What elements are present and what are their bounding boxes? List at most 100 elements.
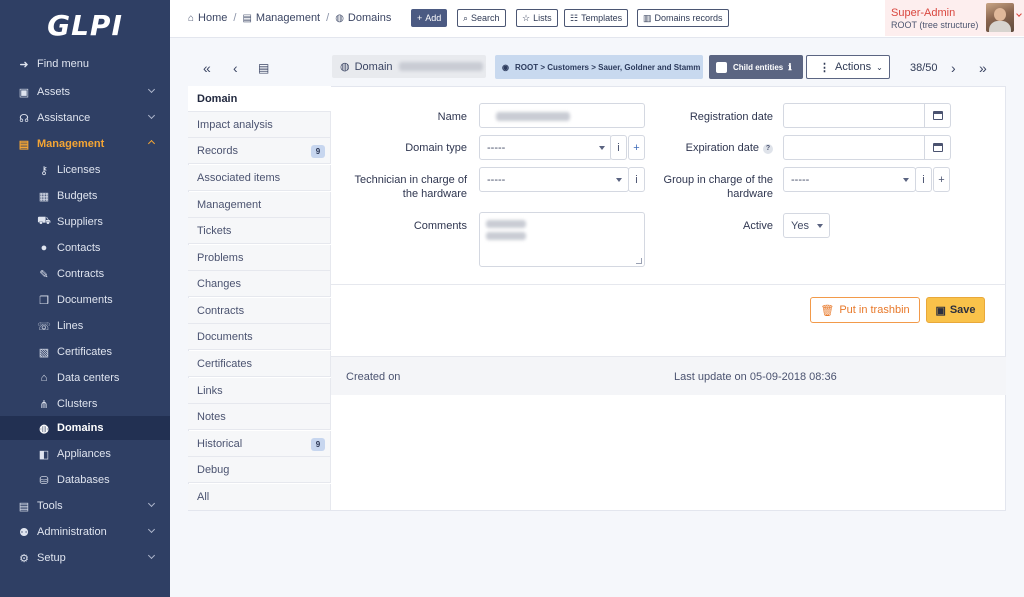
group-info-button[interactable]: i [915, 167, 932, 192]
tab-records[interactable]: Records 9 [188, 138, 331, 164]
tab-label: All [197, 491, 210, 503]
sidebar-item-licenses[interactable]: ⚷ Licenses [0, 158, 170, 182]
trash-button-label: Put in trashbin [839, 304, 910, 316]
globe-icon: ◍ [340, 61, 350, 73]
actions-button[interactable]: ⋮ Actions ⌄ [806, 55, 890, 79]
sidebar-item-documents[interactable]: ❐ Documents [0, 288, 170, 312]
plus-icon: + [417, 13, 423, 23]
expiration-date-input[interactable] [783, 135, 925, 160]
sidebar-item-setup[interactable]: ⚙ Setup [0, 546, 170, 570]
sidebar-item-suppliers[interactable]: ⛟ Suppliers [0, 210, 170, 234]
sidebar-item-appliances[interactable]: ◧ Appliances [0, 442, 170, 466]
user-menu[interactable]: Super-Admin ROOT (tree structure) [885, 0, 1024, 36]
tab-certificates[interactable]: Certificates [188, 351, 331, 377]
sidebar-item-lines[interactable]: ☏ Lines [0, 314, 170, 338]
next-item-icon[interactable]: › [951, 61, 956, 75]
domains-records-button[interactable]: ▥ Domains records [637, 9, 729, 27]
globe-icon: ◍ [335, 12, 344, 24]
technician-value: ----- [487, 173, 506, 186]
sidebar-item-budgets[interactable]: ▦ Budgets [0, 184, 170, 208]
list-view-icon[interactable]: ▤ [258, 61, 269, 75]
files-icon: ❐ [39, 294, 49, 307]
active-value: Yes [791, 219, 809, 232]
tab-label: Associated items [197, 171, 281, 184]
tab-changes[interactable]: Changes [188, 271, 331, 297]
domain-type-label: Domain type [405, 142, 467, 154]
redacted-name-value [496, 112, 570, 121]
tab-label: Changes [197, 277, 242, 290]
save-icon: ▣ [935, 304, 946, 317]
help-icon[interactable]: ? [763, 144, 773, 154]
child-entities-checkbox[interactable] [716, 61, 727, 73]
sidebar-item-label: Administration [37, 526, 107, 538]
registration-date-input[interactable] [783, 103, 925, 128]
sidebar-item-domains[interactable]: ◍ Domains [0, 416, 170, 440]
previous-item-icon[interactable]: ‹ [233, 61, 238, 75]
sidebar-item-databases[interactable]: ⛁ Databases [0, 468, 170, 492]
comments-textarea[interactable] [479, 212, 645, 267]
tab-problems[interactable]: Problems [188, 245, 331, 271]
lists-button[interactable]: ☆ Lists [516, 9, 558, 27]
tab-associated-items[interactable]: Associated items [188, 165, 331, 191]
breadcrumb-domains[interactable]: Domains [348, 12, 391, 24]
tab-contracts[interactable]: Contracts [188, 298, 331, 324]
tab-label: Management [197, 198, 262, 211]
tab-debug[interactable]: Debug [188, 457, 331, 483]
sidebar: GLPI ➜ Find menu ▣ Assets ☊ Assistance ▤… [0, 0, 170, 597]
sidebar-item-administration[interactable]: ⚉ Administration [0, 520, 170, 544]
name-input[interactable] [479, 103, 645, 128]
save-button-label: Save [949, 304, 976, 316]
entity-path[interactable]: ◉ ROOT > Customers > Sauer, Goldner and … [495, 55, 703, 79]
tab-all[interactable]: All [188, 484, 331, 510]
group-add-button[interactable]: + [933, 167, 950, 192]
expiration-calendar-button[interactable] [924, 135, 951, 160]
breadcrumb-separator: / [233, 12, 237, 24]
registration-calendar-button[interactable] [924, 103, 951, 128]
first-item-icon[interactable]: « [203, 61, 211, 75]
sidebar-item-clusters[interactable]: ⋔ Clusters [0, 392, 170, 416]
glpi-logo[interactable]: GLPI [0, 0, 170, 50]
sidebar-item-data-centers[interactable]: ⌂ Data centers [0, 366, 170, 390]
info-icon: i [635, 173, 638, 186]
sidebar-item-certificates[interactable]: ▧ Certificates [0, 340, 170, 364]
sidebar-item-contacts[interactable]: ● Contacts [0, 236, 170, 260]
tab-historical[interactable]: Historical 9 [188, 431, 331, 457]
sidebar-item-management[interactable]: ▤ Management [0, 132, 170, 156]
sidebar-item-assistance[interactable]: ☊ Assistance [0, 106, 170, 130]
tab-tickets[interactable]: Tickets [188, 218, 331, 244]
search-button[interactable]: ⌕ Search [457, 9, 506, 27]
add-button[interactable]: + Add [411, 9, 448, 27]
tab-documents[interactable]: Documents [188, 324, 331, 350]
templates-button[interactable]: ☷ Templates [564, 9, 629, 27]
domain-type-add-button[interactable]: + [628, 135, 645, 160]
last-item-icon[interactable]: » [979, 61, 987, 75]
child-entities-toggle[interactable]: Child entities ℹ [709, 55, 803, 79]
resize-grip-icon[interactable] [636, 258, 642, 264]
breadcrumb-home[interactable]: Home [198, 12, 227, 24]
put-in-trashbin-button[interactable]: 🗑 Put in trashbin [810, 297, 920, 323]
tab-management[interactable]: Management [188, 192, 331, 218]
domain-type-value: ----- [487, 141, 506, 154]
sidebar-item-contracts[interactable]: ✎ Contracts [0, 262, 170, 286]
plus-icon: + [938, 173, 945, 186]
tab-domain[interactable]: Domain [188, 86, 331, 112]
tab-impact-analysis[interactable]: Impact analysis [188, 112, 331, 138]
domain-type-info-button[interactable]: i [610, 135, 627, 160]
technician-select[interactable]: ----- [479, 167, 629, 192]
kebab-icon: ⋮ [819, 61, 830, 74]
breadcrumb: ⌂ Home / ▤ Management / ◍ Domains [188, 12, 391, 24]
find-menu[interactable]: ➜ Find menu [0, 52, 170, 76]
technician-label-line2: the hardware [402, 188, 467, 200]
domain-type-select[interactable]: ----- [479, 135, 612, 160]
save-button[interactable]: ▣ Save [926, 297, 985, 323]
tab-links[interactable]: Links [188, 378, 331, 404]
active-select[interactable]: Yes [783, 213, 830, 238]
sidebar-item-label: Assistance [37, 112, 91, 124]
sidebar-item-tools[interactable]: ▤ Tools [0, 494, 170, 518]
group-select[interactable]: ----- [783, 167, 916, 192]
breadcrumb-management[interactable]: Management [256, 12, 320, 24]
sidebar-item-label: Licenses [57, 164, 101, 176]
tab-notes[interactable]: Notes [188, 404, 331, 430]
home-icon: ⌂ [188, 12, 195, 24]
sidebar-item-assets[interactable]: ▣ Assets [0, 80, 170, 104]
